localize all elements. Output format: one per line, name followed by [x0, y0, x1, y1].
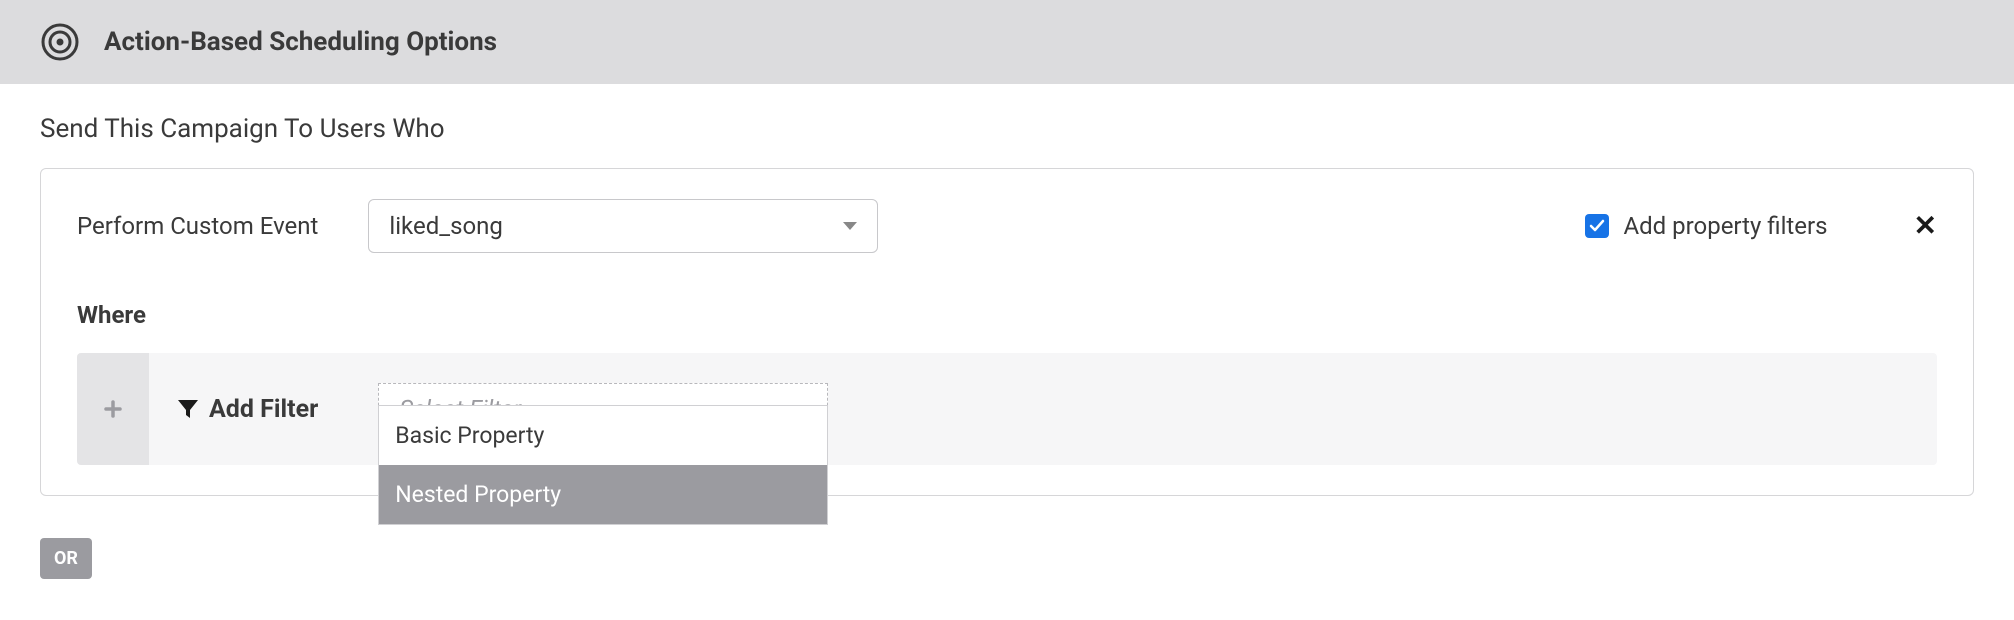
or-button[interactable]: OR	[40, 538, 92, 579]
add-filter-section: Add Filter	[149, 353, 378, 465]
page-title: Action-Based Scheduling Options	[104, 27, 497, 57]
filter-row: Add Filter Select Filter... Basic Proper…	[77, 353, 1937, 465]
filter-select-wrapper: Select Filter... Basic Property Nested P…	[378, 353, 828, 465]
header-bar: Action-Based Scheduling Options	[0, 0, 2014, 84]
event-select-value: liked_song	[389, 212, 503, 240]
filter-option-nested[interactable]: Nested Property	[379, 465, 827, 524]
add-filter-label: Add Filter	[209, 395, 318, 424]
caret-down-icon	[843, 222, 857, 230]
event-label: Perform Custom Event	[77, 212, 318, 240]
content-area: Send This Campaign To Users Who Perform …	[0, 84, 2014, 609]
event-select[interactable]: liked_song	[368, 199, 878, 253]
property-filters-checkbox[interactable]	[1585, 214, 1609, 238]
filter-icon	[177, 398, 199, 420]
section-subtitle: Send This Campaign To Users Who	[40, 114, 1974, 144]
where-label: Where	[77, 301, 1937, 329]
target-icon	[40, 22, 80, 62]
add-row-button[interactable]	[77, 353, 149, 465]
event-box: Perform Custom Event liked_song Add prop…	[40, 168, 1974, 496]
property-filters-checkbox-group[interactable]: Add property filters	[1585, 212, 1827, 240]
filter-dropdown-menu: Basic Property Nested Property	[378, 405, 828, 525]
property-filters-label: Add property filters	[1623, 212, 1827, 240]
event-row: Perform Custom Event liked_song Add prop…	[77, 199, 1937, 253]
close-icon[interactable]: ✕	[1914, 212, 1937, 240]
filter-option-basic[interactable]: Basic Property	[379, 406, 827, 465]
